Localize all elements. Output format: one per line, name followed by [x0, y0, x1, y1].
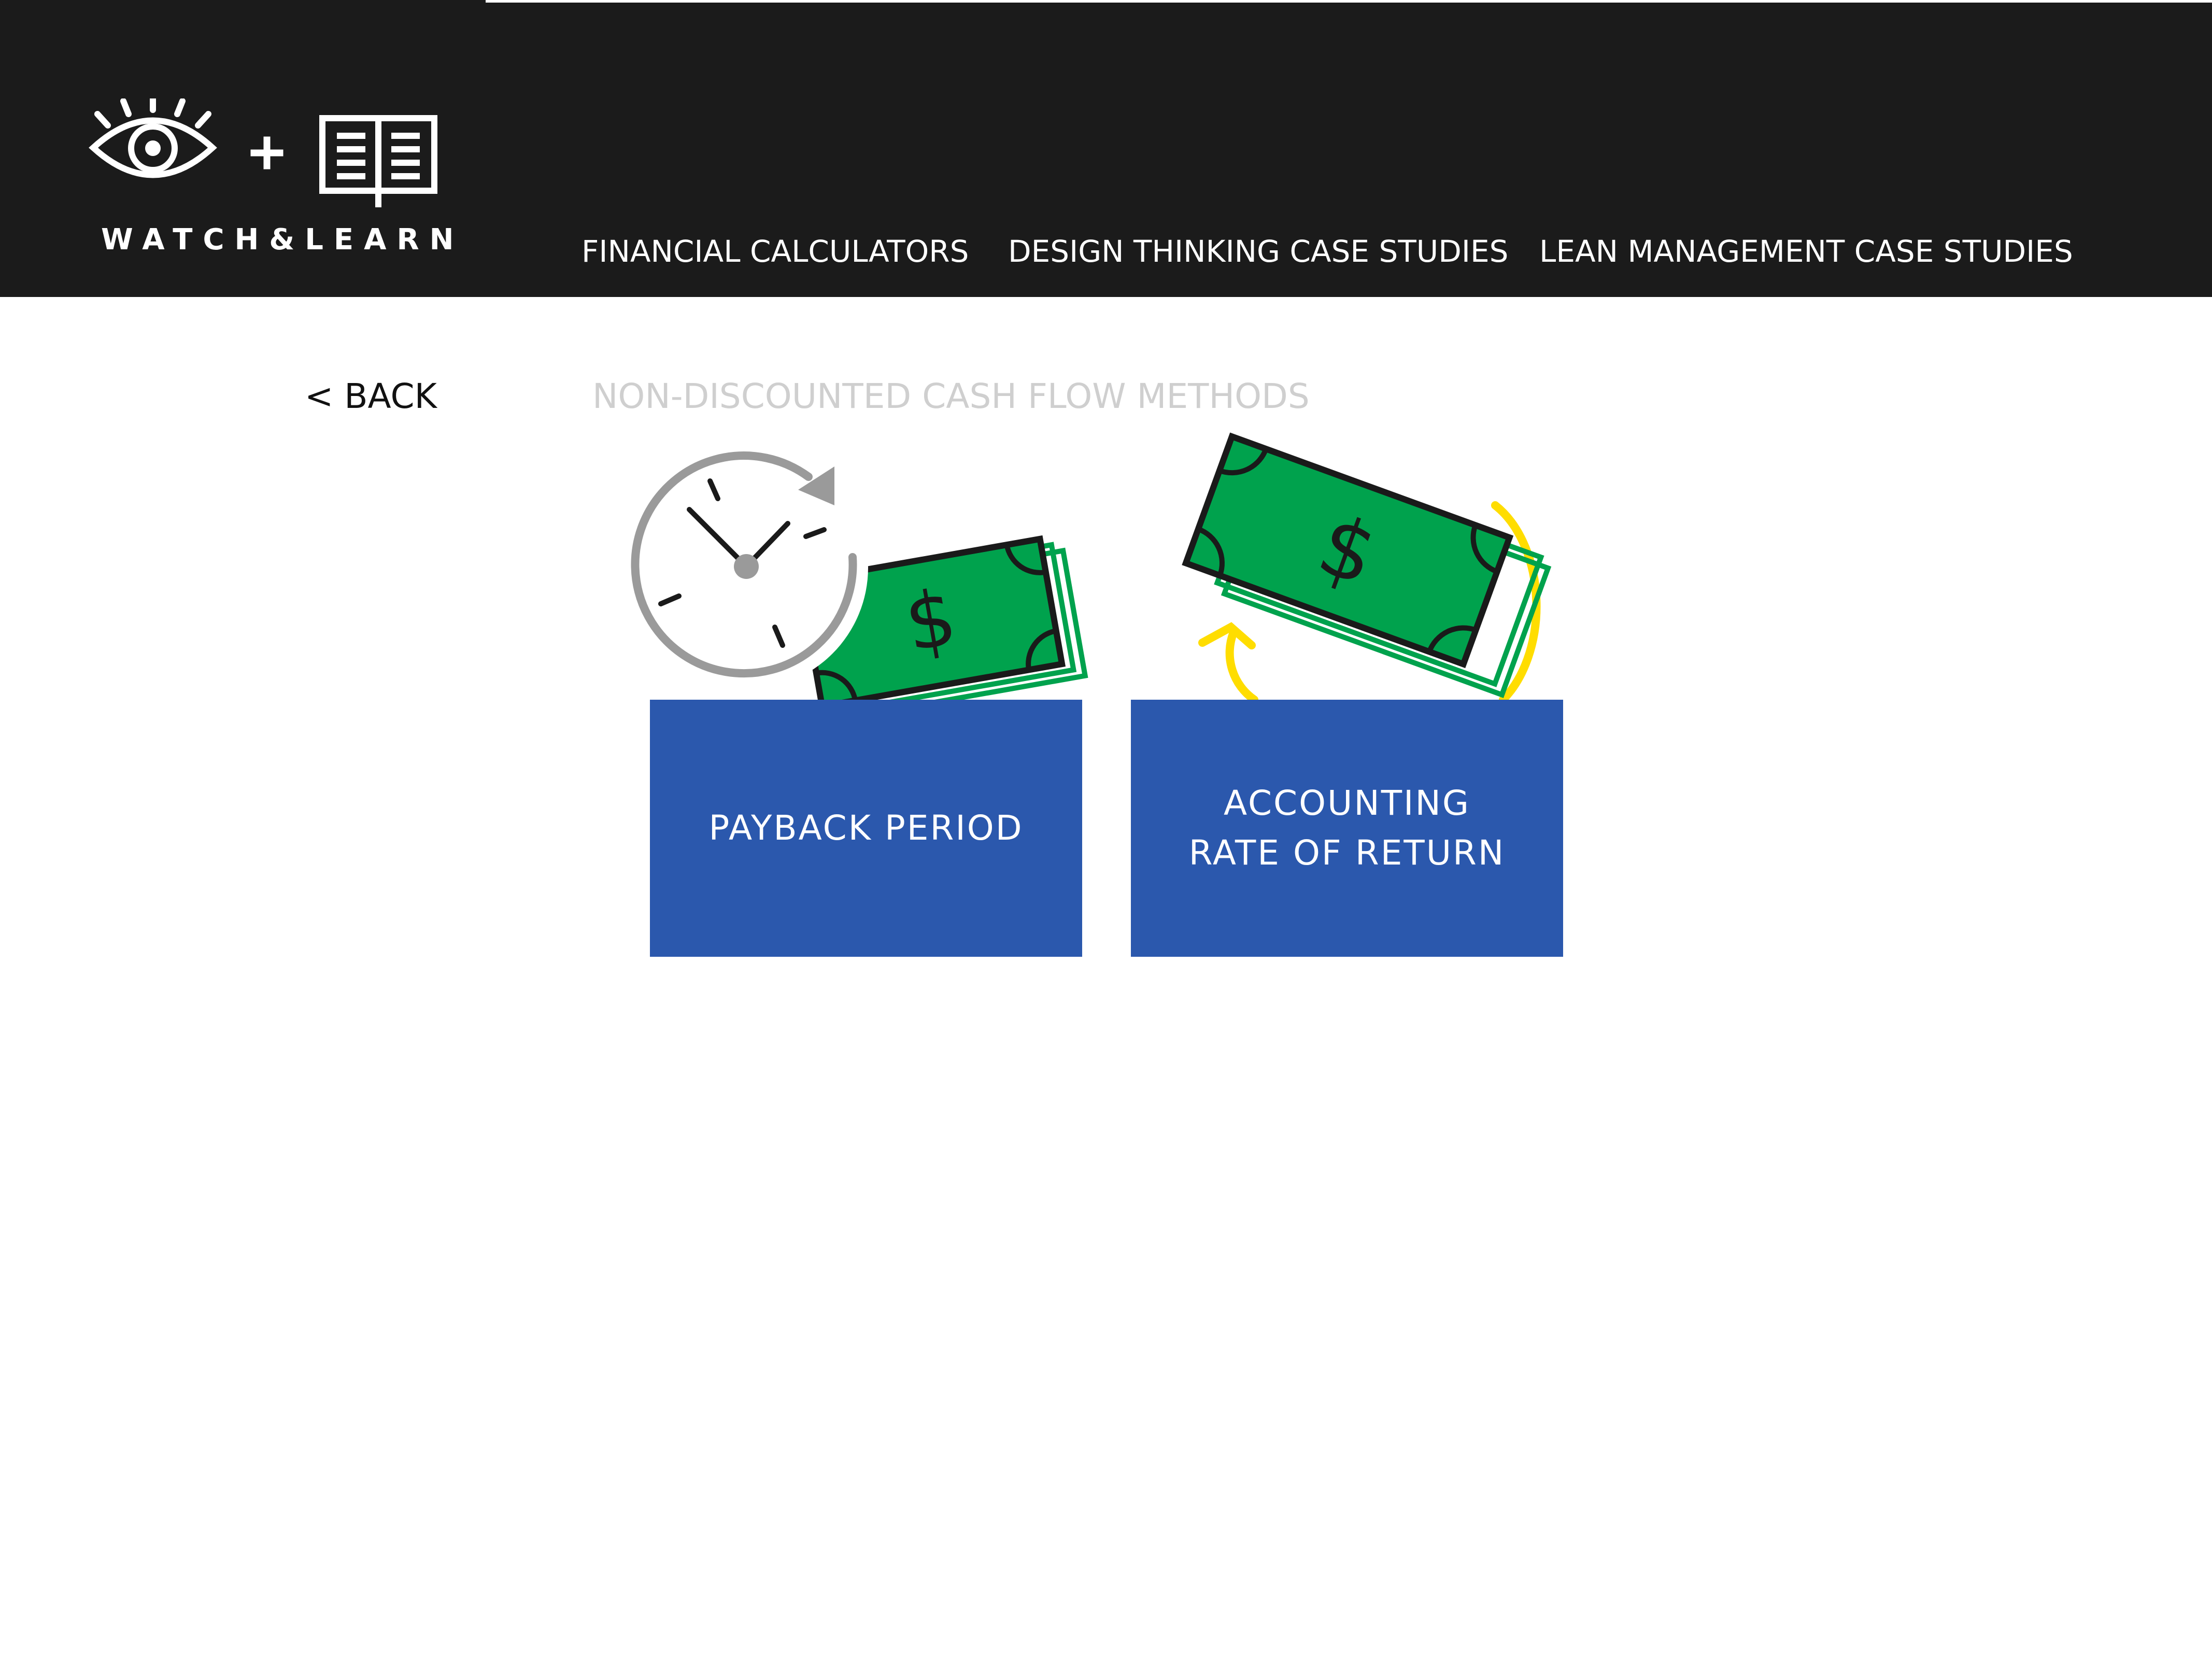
section-title: NON-DISCOUNTED CASH FLOW METHODS	[592, 376, 1310, 416]
open-book-icon	[319, 115, 437, 207]
card-label-line: ACCOUNTING	[1223, 783, 1471, 823]
page: WATCH&LEARN FINANCIAL CALCULATORS DESIGN…	[0, 0, 2212, 1657]
nav-design-thinking-case-studies[interactable]: DESIGN THINKING CASE STUDIES	[1008, 233, 1508, 270]
accounting-rate-of-return-label: ACCOUNTING RATE OF RETURN	[1131, 700, 1563, 957]
circular-arrow-icon	[1198, 501, 1541, 704]
payback-period-label: PAYBACK PERIOD	[650, 700, 1082, 957]
svg-text:$: $	[1307, 495, 1389, 605]
site-header: WATCH&LEARN FINANCIAL CALCULATORS DESIGN…	[0, 0, 2212, 297]
card-label-line: RATE OF RETURN	[1188, 833, 1506, 873]
site-logo[interactable]: WATCH&LEARN	[88, 98, 454, 270]
card-label-line: PAYBACK PERIOD	[708, 808, 1024, 848]
payback-period-card[interactable]: PAYBACK PERIOD	[650, 700, 1082, 957]
svg-text:$: $	[899, 572, 963, 670]
accounting-rate-of-return-card[interactable]: ACCOUNTING RATE OF RETURN	[1131, 700, 1563, 957]
nav-lean-management-case-studies[interactable]: LEAN MANAGEMENT CASE STUDIES	[1539, 233, 2073, 270]
clock-icon	[625, 446, 868, 689]
nav-financial-calculators[interactable]: FINANCIAL CALCULATORS	[582, 233, 969, 270]
logo-wordmark: WATCH&LEARN	[101, 223, 464, 257]
back-link[interactable]: < BACK	[305, 376, 437, 417]
eye-icon	[89, 98, 217, 178]
logo-graphic	[89, 98, 437, 207]
plus-icon	[250, 136, 283, 169]
dollar-bill-icon: $	[1182, 432, 1552, 698]
dollar-bill-icon: $	[796, 535, 1088, 721]
header-top-border	[486, 0, 2212, 3]
